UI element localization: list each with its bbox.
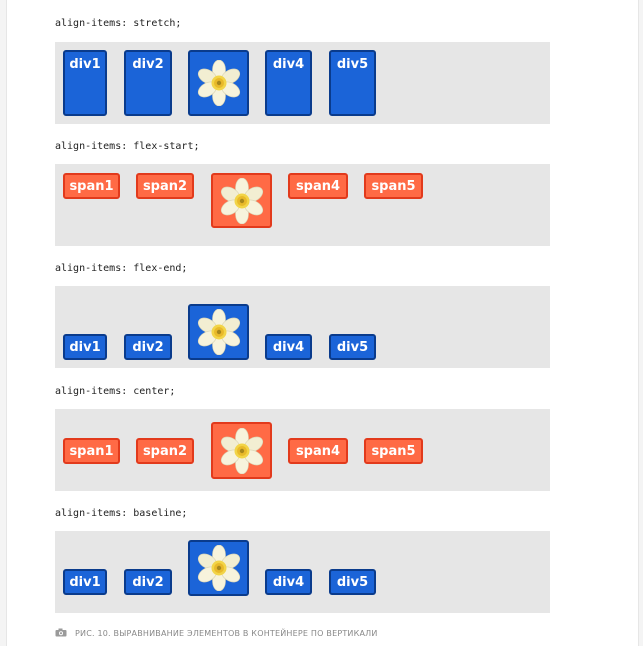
- demo-item-span2: span2: [136, 173, 194, 199]
- demo-item-span2: span2: [136, 438, 194, 464]
- article-page: align-items: stretch; div1 div2 div4 div…: [6, 0, 639, 646]
- demo-item-div2: div2: [124, 569, 172, 595]
- daffodil-image: [195, 545, 242, 591]
- caption-text: РИС. 10. ВЫРАВНИВАНИЕ ЭЛЕМЕНТОВ В КОНТЕЙ…: [75, 629, 378, 638]
- label-flex-start: align-items: flex-start;: [55, 141, 200, 152]
- daffodil-image: [218, 177, 265, 224]
- label-center: align-items: center;: [55, 386, 176, 397]
- camera-icon: [55, 628, 67, 639]
- demo-container-flex-start: span1 span2 span4 span5: [55, 164, 550, 246]
- label-flex-end: align-items: flex-end;: [55, 263, 188, 274]
- daffodil-image: [195, 309, 242, 355]
- demo-item-image: [211, 173, 272, 228]
- demo-item-div1: div1: [63, 569, 107, 595]
- demo-item-image: [211, 422, 272, 479]
- demo-item-span4: span4: [288, 438, 348, 464]
- demo-item-div2: div2: [124, 334, 172, 360]
- demo-item-image: [188, 304, 249, 360]
- demo-item-div2: div2: [124, 50, 172, 116]
- daffodil-image: [195, 60, 242, 106]
- demo-container-stretch: div1 div2 div4 div5: [55, 42, 550, 124]
- demo-item-div4: div4: [265, 50, 312, 116]
- demo-container-center: span1 span2 span4 span5: [55, 409, 550, 491]
- figure-caption: РИС. 10. ВЫРАВНИВАНИЕ ЭЛЕМЕНТОВ В КОНТЕЙ…: [55, 628, 378, 639]
- demo-item-div5: div5: [329, 334, 376, 360]
- demo-item-span4: span4: [288, 173, 348, 199]
- demo-item-div4: div4: [265, 569, 312, 595]
- demo-item-div5: div5: [329, 569, 376, 595]
- daffodil-image: [218, 427, 265, 474]
- demo-item-div4: div4: [265, 334, 312, 360]
- demo-item-div1: div1: [63, 334, 107, 360]
- demo-item-image: [188, 50, 249, 116]
- demo-item-div5: div5: [329, 50, 376, 116]
- demo-container-baseline: div1 div2 div4 div5: [55, 531, 550, 613]
- demo-container-flex-end: div1 div2 div4 div5: [55, 286, 550, 368]
- label-baseline: align-items: baseline;: [55, 508, 188, 519]
- demo-item-span1: span1: [63, 438, 120, 464]
- demo-item-span5: span5: [364, 173, 423, 199]
- demo-item-image: [188, 540, 249, 596]
- demo-item-div1: div1: [63, 50, 107, 116]
- label-stretch: align-items: stretch;: [55, 18, 182, 29]
- demo-item-span1: span1: [63, 173, 120, 199]
- demo-item-span5: span5: [364, 438, 423, 464]
